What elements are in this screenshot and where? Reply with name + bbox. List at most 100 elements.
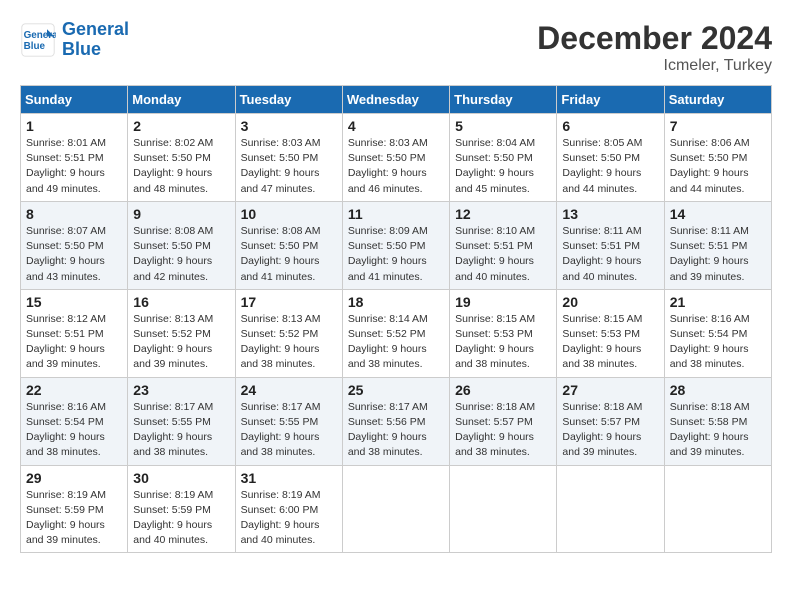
calendar-cell: 19 Sunrise: 8:15 AMSunset: 5:53 PMDaylig… bbox=[450, 289, 557, 377]
svg-text:Blue: Blue bbox=[24, 41, 46, 52]
calendar-week-row: 15 Sunrise: 8:12 AMSunset: 5:51 PMDaylig… bbox=[21, 289, 772, 377]
day-info: Sunrise: 8:17 AMSunset: 5:55 PMDaylight:… bbox=[133, 400, 229, 461]
day-number: 23 bbox=[133, 382, 229, 398]
day-info: Sunrise: 8:19 AMSunset: 5:59 PMDaylight:… bbox=[133, 488, 229, 549]
calendar-week-row: 8 Sunrise: 8:07 AMSunset: 5:50 PMDayligh… bbox=[21, 201, 772, 289]
title-block: December 2024 Icmeler, Turkey bbox=[537, 20, 772, 75]
weekday-header: Saturday bbox=[664, 86, 771, 114]
day-number: 12 bbox=[455, 206, 551, 222]
day-info: Sunrise: 8:16 AMSunset: 5:54 PMDaylight:… bbox=[670, 312, 766, 373]
logo-icon: General Blue bbox=[20, 22, 56, 58]
day-number: 22 bbox=[26, 382, 122, 398]
day-info: Sunrise: 8:02 AMSunset: 5:50 PMDaylight:… bbox=[133, 136, 229, 197]
day-number: 5 bbox=[455, 118, 551, 134]
day-number: 31 bbox=[241, 470, 337, 486]
calendar-cell: 5 Sunrise: 8:04 AMSunset: 5:50 PMDayligh… bbox=[450, 114, 557, 202]
day-info: Sunrise: 8:03 AMSunset: 5:50 PMDaylight:… bbox=[348, 136, 444, 197]
day-info: Sunrise: 8:05 AMSunset: 5:50 PMDaylight:… bbox=[562, 136, 658, 197]
day-number: 29 bbox=[26, 470, 122, 486]
day-number: 7 bbox=[670, 118, 766, 134]
calendar-cell: 22 Sunrise: 8:16 AMSunset: 5:54 PMDaylig… bbox=[21, 377, 128, 465]
calendar-cell: 8 Sunrise: 8:07 AMSunset: 5:50 PMDayligh… bbox=[21, 201, 128, 289]
calendar-cell: 6 Sunrise: 8:05 AMSunset: 5:50 PMDayligh… bbox=[557, 114, 664, 202]
calendar-cell: 29 Sunrise: 8:19 AMSunset: 5:59 PMDaylig… bbox=[21, 465, 128, 553]
calendar-cell: 2 Sunrise: 8:02 AMSunset: 5:50 PMDayligh… bbox=[128, 114, 235, 202]
day-number: 6 bbox=[562, 118, 658, 134]
weekday-header: Wednesday bbox=[342, 86, 449, 114]
day-info: Sunrise: 8:11 AMSunset: 5:51 PMDaylight:… bbox=[562, 224, 658, 285]
day-number: 11 bbox=[348, 206, 444, 222]
day-number: 10 bbox=[241, 206, 337, 222]
calendar-cell: 1 Sunrise: 8:01 AMSunset: 5:51 PMDayligh… bbox=[21, 114, 128, 202]
weekday-header: Tuesday bbox=[235, 86, 342, 114]
day-info: Sunrise: 8:18 AMSunset: 5:58 PMDaylight:… bbox=[670, 400, 766, 461]
calendar-cell: 17 Sunrise: 8:13 AMSunset: 5:52 PMDaylig… bbox=[235, 289, 342, 377]
calendar-cell: 13 Sunrise: 8:11 AMSunset: 5:51 PMDaylig… bbox=[557, 201, 664, 289]
day-info: Sunrise: 8:12 AMSunset: 5:51 PMDaylight:… bbox=[26, 312, 122, 373]
calendar-cell: 14 Sunrise: 8:11 AMSunset: 5:51 PMDaylig… bbox=[664, 201, 771, 289]
calendar-week-row: 22 Sunrise: 8:16 AMSunset: 5:54 PMDaylig… bbox=[21, 377, 772, 465]
logo-text: General Blue bbox=[62, 20, 129, 60]
calendar-cell: 26 Sunrise: 8:18 AMSunset: 5:57 PMDaylig… bbox=[450, 377, 557, 465]
day-number: 24 bbox=[241, 382, 337, 398]
day-number: 27 bbox=[562, 382, 658, 398]
day-number: 19 bbox=[455, 294, 551, 310]
calendar-cell: 4 Sunrise: 8:03 AMSunset: 5:50 PMDayligh… bbox=[342, 114, 449, 202]
calendar-cell bbox=[450, 465, 557, 553]
day-info: Sunrise: 8:10 AMSunset: 5:51 PMDaylight:… bbox=[455, 224, 551, 285]
weekday-header: Thursday bbox=[450, 86, 557, 114]
day-info: Sunrise: 8:17 AMSunset: 5:56 PMDaylight:… bbox=[348, 400, 444, 461]
calendar-cell: 28 Sunrise: 8:18 AMSunset: 5:58 PMDaylig… bbox=[664, 377, 771, 465]
day-number: 8 bbox=[26, 206, 122, 222]
calendar-cell: 25 Sunrise: 8:17 AMSunset: 5:56 PMDaylig… bbox=[342, 377, 449, 465]
day-number: 2 bbox=[133, 118, 229, 134]
day-number: 16 bbox=[133, 294, 229, 310]
day-info: Sunrise: 8:03 AMSunset: 5:50 PMDaylight:… bbox=[241, 136, 337, 197]
day-info: Sunrise: 8:16 AMSunset: 5:54 PMDaylight:… bbox=[26, 400, 122, 461]
day-number: 26 bbox=[455, 382, 551, 398]
page-header: General Blue General Blue December 2024 … bbox=[20, 20, 772, 75]
day-number: 30 bbox=[133, 470, 229, 486]
day-info: Sunrise: 8:18 AMSunset: 5:57 PMDaylight:… bbox=[562, 400, 658, 461]
day-info: Sunrise: 8:19 AMSunset: 5:59 PMDaylight:… bbox=[26, 488, 122, 549]
day-info: Sunrise: 8:04 AMSunset: 5:50 PMDaylight:… bbox=[455, 136, 551, 197]
calendar-cell: 31 Sunrise: 8:19 AMSunset: 6:00 PMDaylig… bbox=[235, 465, 342, 553]
day-number: 20 bbox=[562, 294, 658, 310]
day-number: 9 bbox=[133, 206, 229, 222]
calendar-week-row: 1 Sunrise: 8:01 AMSunset: 5:51 PMDayligh… bbox=[21, 114, 772, 202]
calendar-cell: 27 Sunrise: 8:18 AMSunset: 5:57 PMDaylig… bbox=[557, 377, 664, 465]
day-info: Sunrise: 8:15 AMSunset: 5:53 PMDaylight:… bbox=[455, 312, 551, 373]
calendar-cell: 23 Sunrise: 8:17 AMSunset: 5:55 PMDaylig… bbox=[128, 377, 235, 465]
logo: General Blue General Blue bbox=[20, 20, 129, 60]
calendar-cell bbox=[342, 465, 449, 553]
day-number: 15 bbox=[26, 294, 122, 310]
day-number: 13 bbox=[562, 206, 658, 222]
calendar-cell bbox=[557, 465, 664, 553]
day-number: 1 bbox=[26, 118, 122, 134]
calendar-cell: 11 Sunrise: 8:09 AMSunset: 5:50 PMDaylig… bbox=[342, 201, 449, 289]
day-info: Sunrise: 8:14 AMSunset: 5:52 PMDaylight:… bbox=[348, 312, 444, 373]
calendar-table: SundayMondayTuesdayWednesdayThursdayFrid… bbox=[20, 85, 772, 553]
calendar-cell: 30 Sunrise: 8:19 AMSunset: 5:59 PMDaylig… bbox=[128, 465, 235, 553]
location: Icmeler, Turkey bbox=[537, 57, 772, 75]
day-info: Sunrise: 8:17 AMSunset: 5:55 PMDaylight:… bbox=[241, 400, 337, 461]
calendar-cell: 20 Sunrise: 8:15 AMSunset: 5:53 PMDaylig… bbox=[557, 289, 664, 377]
day-info: Sunrise: 8:08 AMSunset: 5:50 PMDaylight:… bbox=[133, 224, 229, 285]
calendar-cell: 18 Sunrise: 8:14 AMSunset: 5:52 PMDaylig… bbox=[342, 289, 449, 377]
weekday-header: Monday bbox=[128, 86, 235, 114]
calendar-cell: 21 Sunrise: 8:16 AMSunset: 5:54 PMDaylig… bbox=[664, 289, 771, 377]
calendar-cell: 10 Sunrise: 8:08 AMSunset: 5:50 PMDaylig… bbox=[235, 201, 342, 289]
calendar-cell: 24 Sunrise: 8:17 AMSunset: 5:55 PMDaylig… bbox=[235, 377, 342, 465]
month-title: December 2024 bbox=[537, 20, 772, 57]
day-info: Sunrise: 8:13 AMSunset: 5:52 PMDaylight:… bbox=[133, 312, 229, 373]
calendar-week-row: 29 Sunrise: 8:19 AMSunset: 5:59 PMDaylig… bbox=[21, 465, 772, 553]
calendar-cell: 16 Sunrise: 8:13 AMSunset: 5:52 PMDaylig… bbox=[128, 289, 235, 377]
calendar-cell bbox=[664, 465, 771, 553]
day-info: Sunrise: 8:09 AMSunset: 5:50 PMDaylight:… bbox=[348, 224, 444, 285]
day-number: 18 bbox=[348, 294, 444, 310]
day-info: Sunrise: 8:01 AMSunset: 5:51 PMDaylight:… bbox=[26, 136, 122, 197]
day-number: 17 bbox=[241, 294, 337, 310]
day-info: Sunrise: 8:06 AMSunset: 5:50 PMDaylight:… bbox=[670, 136, 766, 197]
day-info: Sunrise: 8:19 AMSunset: 6:00 PMDaylight:… bbox=[241, 488, 337, 549]
weekday-header: Friday bbox=[557, 86, 664, 114]
